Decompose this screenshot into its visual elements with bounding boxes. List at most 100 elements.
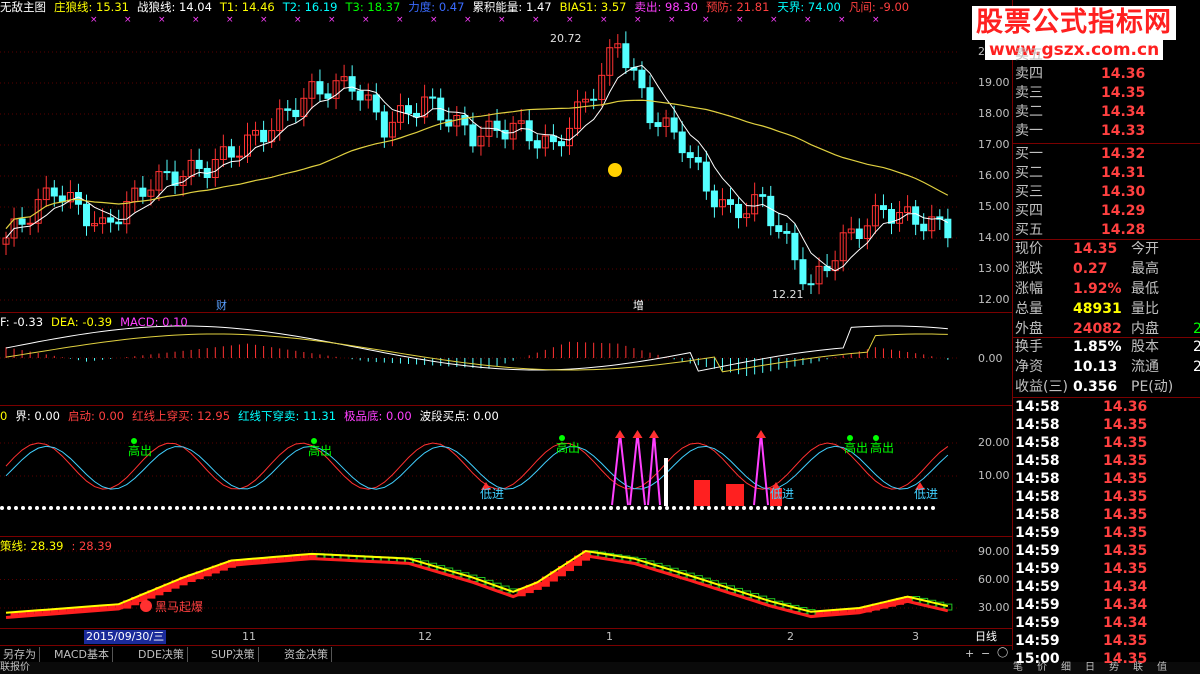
tick-price: 14.35: [1103, 525, 1148, 541]
candle-body: [380, 111, 388, 138]
candle-body: [316, 81, 324, 95]
panel-divider: [1013, 143, 1200, 144]
reset-zoom-icon[interactable]: ◯: [997, 647, 1008, 658]
baseline-dot: [98, 506, 102, 510]
candle-body: [195, 159, 203, 169]
spike-signal: [629, 432, 646, 506]
baseline-dot: [238, 506, 242, 510]
up-arrow-icon: [615, 430, 625, 438]
formula-tab[interactable]: 资金决策: [281, 647, 332, 662]
bid-price: 14.28: [1101, 222, 1146, 238]
signal-marker: ×: [260, 15, 268, 25]
decision-pane: 黑马起爆: [0, 549, 960, 619]
baseline-dot: [525, 506, 529, 510]
baseline-dot: [329, 506, 333, 510]
baseline-dot: [280, 506, 284, 510]
up-arrow-icon: [632, 430, 643, 438]
header-value: T2: 16.19: [282, 0, 338, 14]
baseline-dot: [721, 506, 725, 510]
tick-time: 14:58: [1015, 399, 1060, 415]
baseline-dot: [777, 506, 781, 510]
header-value: MACD: 0.10: [120, 315, 188, 329]
tick-time: 14:58: [1015, 453, 1060, 469]
baseline-dot: [546, 506, 550, 510]
smiley-icon: [608, 163, 622, 177]
baseline-dot: [602, 506, 606, 510]
candle-body: [638, 69, 646, 89]
tick-time: 14:58: [1015, 507, 1060, 523]
baseline-dot: [448, 506, 452, 510]
month-label-12: 12: [418, 630, 432, 643]
baseline-dot: [126, 506, 130, 510]
tick-row: 14:59 14.35: [1013, 560, 1200, 579]
tick-time: 14:59: [1015, 597, 1060, 613]
baseline-dot: [259, 506, 263, 510]
formula-tab[interactable]: MACD基本: [51, 647, 113, 662]
header-value: 战狼线: 14.04: [136, 0, 212, 14]
baseline-dot: [532, 506, 536, 510]
fund-value: 1.85%: [1073, 339, 1122, 355]
baseline-dot: [21, 506, 25, 510]
candle-body: [115, 221, 123, 225]
sell-signal-label: 高出: [308, 443, 332, 458]
baseline-dot: [644, 506, 648, 510]
decision-header: 策线: 28.39: 28.39: [0, 539, 120, 554]
formula-tab[interactable]: 另存为: [0, 647, 40, 662]
date-cursor-label: 2015/09/30/三: [84, 630, 167, 644]
tick-row: 15:00 14.35: [1013, 650, 1200, 669]
tick-time: 14:59: [1015, 633, 1060, 649]
candlestick-pane: 20.72 12.21 财 增 × × × × × × × × × × × × × × × × × × × × × × × ×: [0, 15, 960, 312]
baseline-dot: [763, 506, 767, 510]
bid-price: 14.32: [1101, 146, 1146, 162]
baseline-dot: [287, 506, 291, 510]
black-horse-icon: [140, 600, 152, 612]
zoom-in-button[interactable]: +: [965, 647, 974, 660]
signal-marker: ×: [736, 15, 744, 25]
bid-row: 买三 14.30: [1013, 183, 1200, 202]
baseline-dot: [364, 506, 368, 510]
candle-body: [791, 232, 799, 261]
header-value: 卖出: 98.30: [634, 0, 698, 14]
ma-long-line: [5, 99, 949, 230]
bid-price: 14.29: [1101, 203, 1146, 219]
tick-price: 14.35: [1103, 543, 1148, 559]
baseline-dot: [245, 506, 249, 510]
tick-price: 14.36: [1103, 399, 1148, 415]
tick-price: 14.34: [1103, 579, 1148, 595]
baseline-dot: [910, 506, 914, 510]
quote-value: 1.92%: [1073, 281, 1122, 297]
price-axis-tick: 18.00: [978, 107, 1010, 120]
tick-time: 14:59: [1015, 525, 1060, 541]
baseline-dot: [490, 506, 494, 510]
formula-tab[interactable]: DDE决策: [135, 647, 188, 662]
fundamental-row: 净资 10.13 流通 2: [1013, 358, 1200, 377]
signal-marker: ×: [872, 15, 880, 25]
pane-divider: [0, 536, 1012, 537]
baseline-dot: [35, 506, 39, 510]
period-label[interactable]: 日线: [975, 630, 997, 644]
tick-price: 14.35: [1103, 453, 1148, 469]
candle-body: [654, 122, 662, 127]
baseline-dot: [189, 506, 193, 510]
quote-label: 涨跌: [1015, 261, 1043, 277]
ma-short-line: [5, 64, 949, 272]
baseline-dot: [840, 506, 844, 510]
zoom-out-button[interactable]: −: [981, 647, 990, 660]
formula-tab[interactable]: SUP决策: [208, 647, 259, 662]
ask-row: 卖三 14.35: [1013, 84, 1200, 103]
baseline-dot: [651, 506, 655, 510]
high-price-label: 20.72: [550, 32, 582, 45]
candle-body: [694, 157, 702, 163]
tick-row: 14:58 14.35: [1013, 506, 1200, 525]
tick-time: 14:58: [1015, 471, 1060, 487]
baseline-dot: [567, 506, 571, 510]
bid-row: 买五 14.28: [1013, 221, 1200, 240]
candle-body: [727, 199, 734, 205]
tick-price: 14.35: [1103, 435, 1148, 451]
header-value: 红线下穿卖: 11.31: [238, 409, 337, 423]
bid-row: 买四 14.29: [1013, 202, 1200, 221]
baseline-dot: [308, 506, 312, 510]
candle-body: [348, 76, 356, 92]
tick-row: 14:59 14.34: [1013, 596, 1200, 615]
baseline-dot: [112, 506, 116, 510]
